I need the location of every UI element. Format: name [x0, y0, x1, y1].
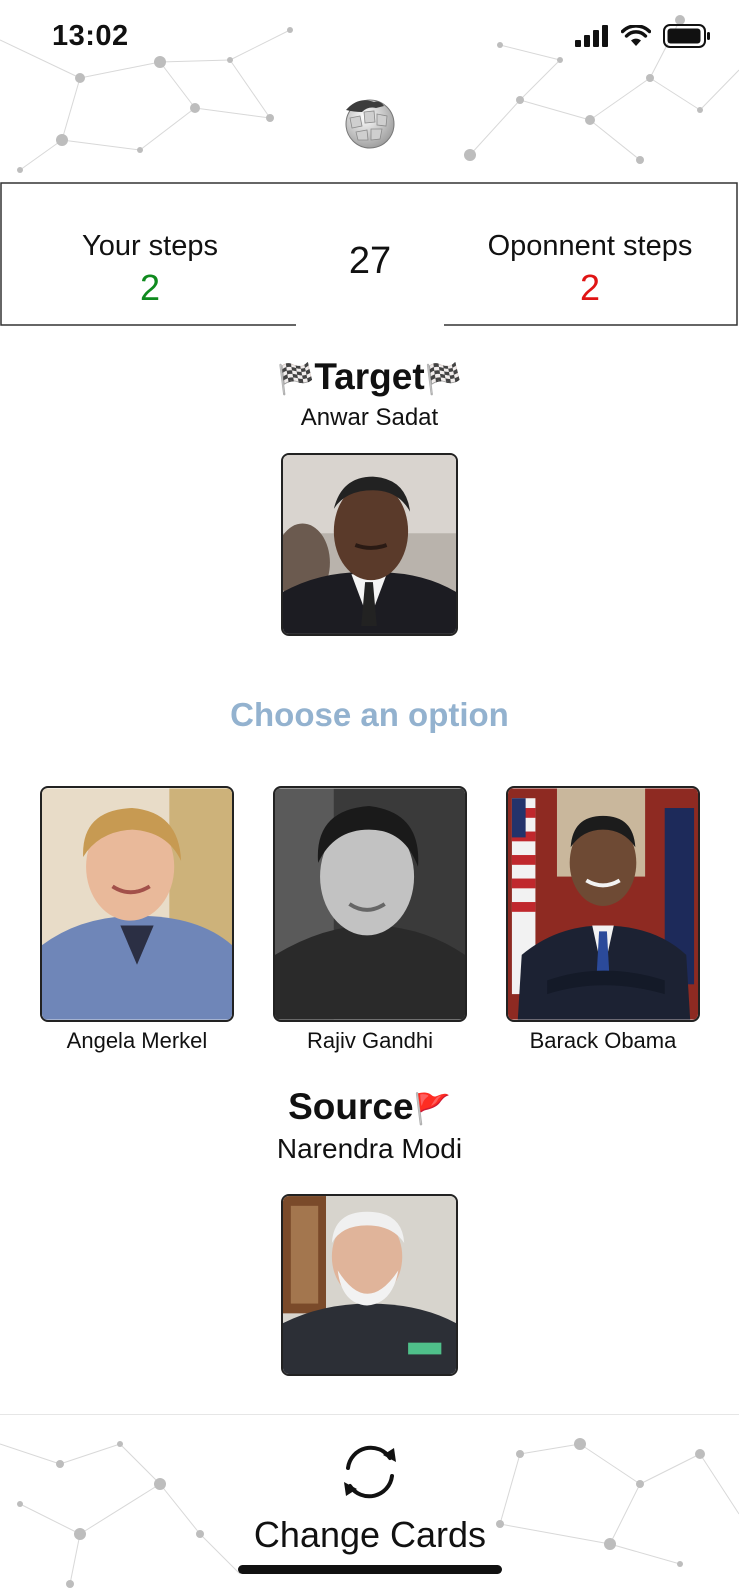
your-steps-value: 2: [139, 267, 161, 308]
status-bar: 13:02: [0, 0, 739, 72]
red-flag-icon: 🚩: [413, 1093, 451, 1126]
option-name: Barack Obama: [529, 1028, 677, 1053]
option-name: Angela Merkel: [66, 1028, 208, 1053]
checkered-flag-icon: 🏁: [276, 363, 315, 396]
portrait-image: [42, 788, 232, 1020]
option-card-1[interactable]: Rajiv Gandhi: [273, 786, 467, 1054]
wifi-icon: [621, 25, 651, 46]
status-time: 13:02: [52, 20, 129, 52]
source-heading: Source🚩: [0, 1086, 739, 1128]
change-cards-label: Change Cards: [253, 1514, 487, 1555]
source-title: Source: [288, 1086, 414, 1127]
option-portrait[interactable]: [273, 786, 467, 1022]
refresh-icon: [344, 1445, 396, 1499]
option-name: Rajiv Gandhi: [307, 1028, 433, 1053]
status-icons: [575, 24, 711, 48]
portrait-image: [275, 788, 465, 1020]
steps-counter: 27: [348, 240, 392, 282]
target-name: Anwar Sadat: [300, 404, 439, 431]
choose-option-prompt: Choose an option: [230, 696, 509, 733]
battery-icon: [663, 24, 710, 48]
scoreboard: Your steps 2 27 Oponnent steps 2: [0, 182, 739, 327]
target-portrait: [281, 453, 458, 636]
your-steps: Your steps 2: [40, 230, 260, 309]
source-name: Narendra Modi: [276, 1133, 463, 1164]
option-card-2[interactable]: Barack Obama: [506, 786, 700, 1054]
home-indicator[interactable]: [238, 1565, 502, 1574]
change-cards-button[interactable]: Change Cards: [230, 1436, 510, 1556]
option-card-0[interactable]: Angela Merkel: [40, 786, 234, 1054]
checkered-flag-icon: 🏁: [424, 363, 463, 396]
cellular-signal-icon: [575, 25, 608, 47]
target-title: Target: [314, 356, 425, 397]
opponent-steps: Oponnent steps 2: [470, 230, 710, 309]
portrait-image: [283, 1196, 456, 1374]
option-portrait[interactable]: [40, 786, 234, 1022]
opponent-steps-label: Oponnent steps: [487, 230, 693, 262]
your-steps-label: Your steps: [82, 230, 218, 262]
option-portrait[interactable]: [506, 786, 700, 1022]
opponent-steps-value: 2: [579, 267, 601, 308]
wikipedia-globe-logo-icon: [345, 99, 395, 149]
target-heading: 🏁Target🏁: [0, 356, 739, 398]
portrait-image: [283, 455, 456, 634]
source-portrait: [281, 1194, 458, 1376]
portrait-image: [508, 788, 698, 1020]
